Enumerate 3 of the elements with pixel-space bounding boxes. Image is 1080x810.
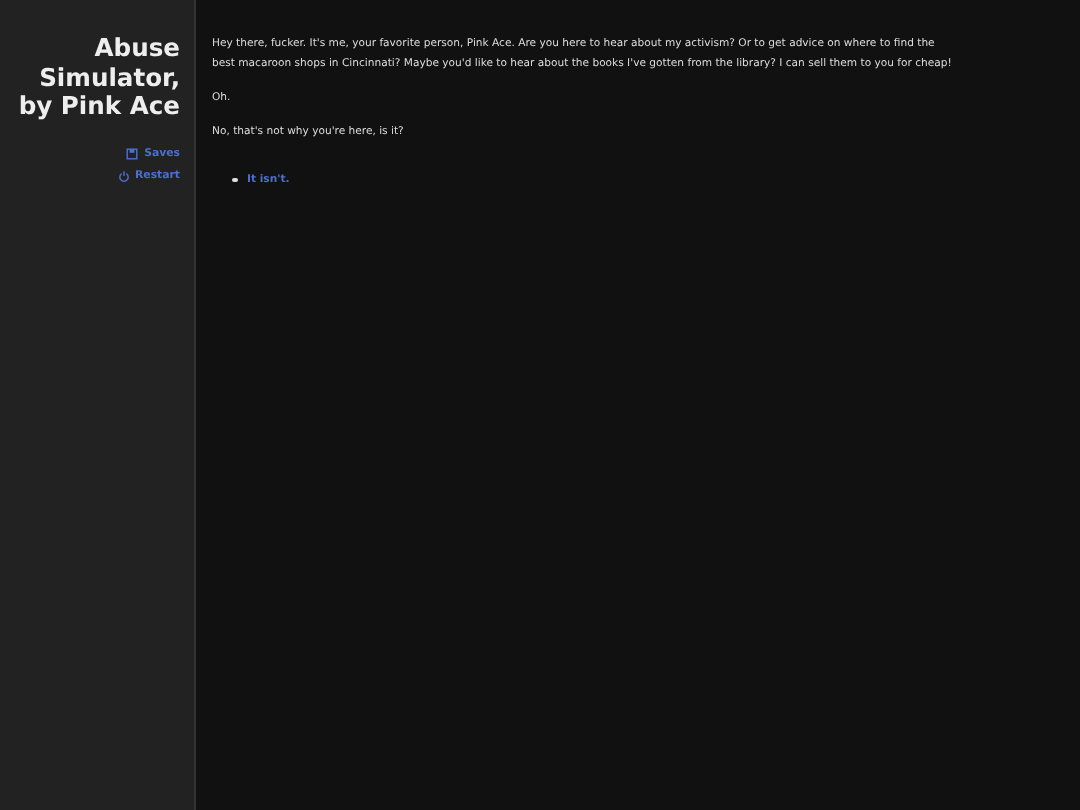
bullet-icon	[232, 177, 237, 183]
story-title: Abuse Simulator, by Pink Ace	[16, 34, 180, 121]
power-icon	[117, 170, 130, 182]
